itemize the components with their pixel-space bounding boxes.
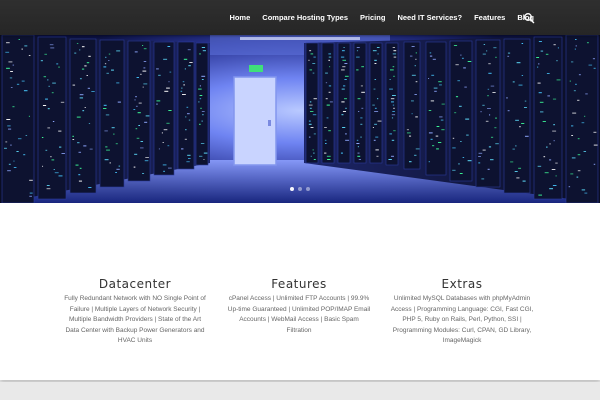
slider-dots bbox=[0, 187, 600, 191]
feature-text: cPanel Access | Unlimited FTP Accounts |… bbox=[227, 295, 371, 334]
site-header: Home Compare Hosting Types Pricing Need … bbox=[0, 0, 600, 35]
feature-text: Fully Redundant Network with NO Single P… bbox=[64, 295, 206, 344]
feature-title: Extras bbox=[441, 277, 483, 291]
nav-home[interactable]: Home bbox=[229, 13, 250, 22]
nav-features[interactable]: Features bbox=[474, 13, 505, 22]
nav-need-it-services[interactable]: Need IT Services? bbox=[397, 13, 462, 22]
feature-title: Datacenter bbox=[98, 277, 172, 291]
slider-dot[interactable] bbox=[306, 187, 310, 191]
hero-slider bbox=[0, 35, 600, 203]
feature-text: Unlimited MySQL Databases with phpMyAdmi… bbox=[390, 295, 534, 344]
nav-pricing[interactable]: Pricing bbox=[360, 13, 385, 22]
hero-image bbox=[0, 35, 600, 203]
nav-compare-hosting-types[interactable]: Compare Hosting Types bbox=[262, 13, 348, 22]
footer-strip bbox=[0, 382, 600, 400]
feature-title: Features bbox=[271, 277, 327, 291]
slider-dot[interactable] bbox=[290, 187, 294, 191]
feature-column-datacenter: Datacenter Fully Redundant Network with … bbox=[63, 277, 207, 347]
search-icon[interactable] bbox=[523, 12, 535, 24]
main-nav: Home Compare Hosting Types Pricing Need … bbox=[217, 0, 534, 35]
feature-column-extras: Extras Unlimited MySQL Databases with ph… bbox=[390, 277, 534, 347]
features-section: Datacenter Fully Redundant Network with … bbox=[0, 203, 600, 380]
slider-dot[interactable] bbox=[298, 187, 302, 191]
feature-column-features: Features cPanel Access | Unlimited FTP A… bbox=[227, 277, 371, 336]
